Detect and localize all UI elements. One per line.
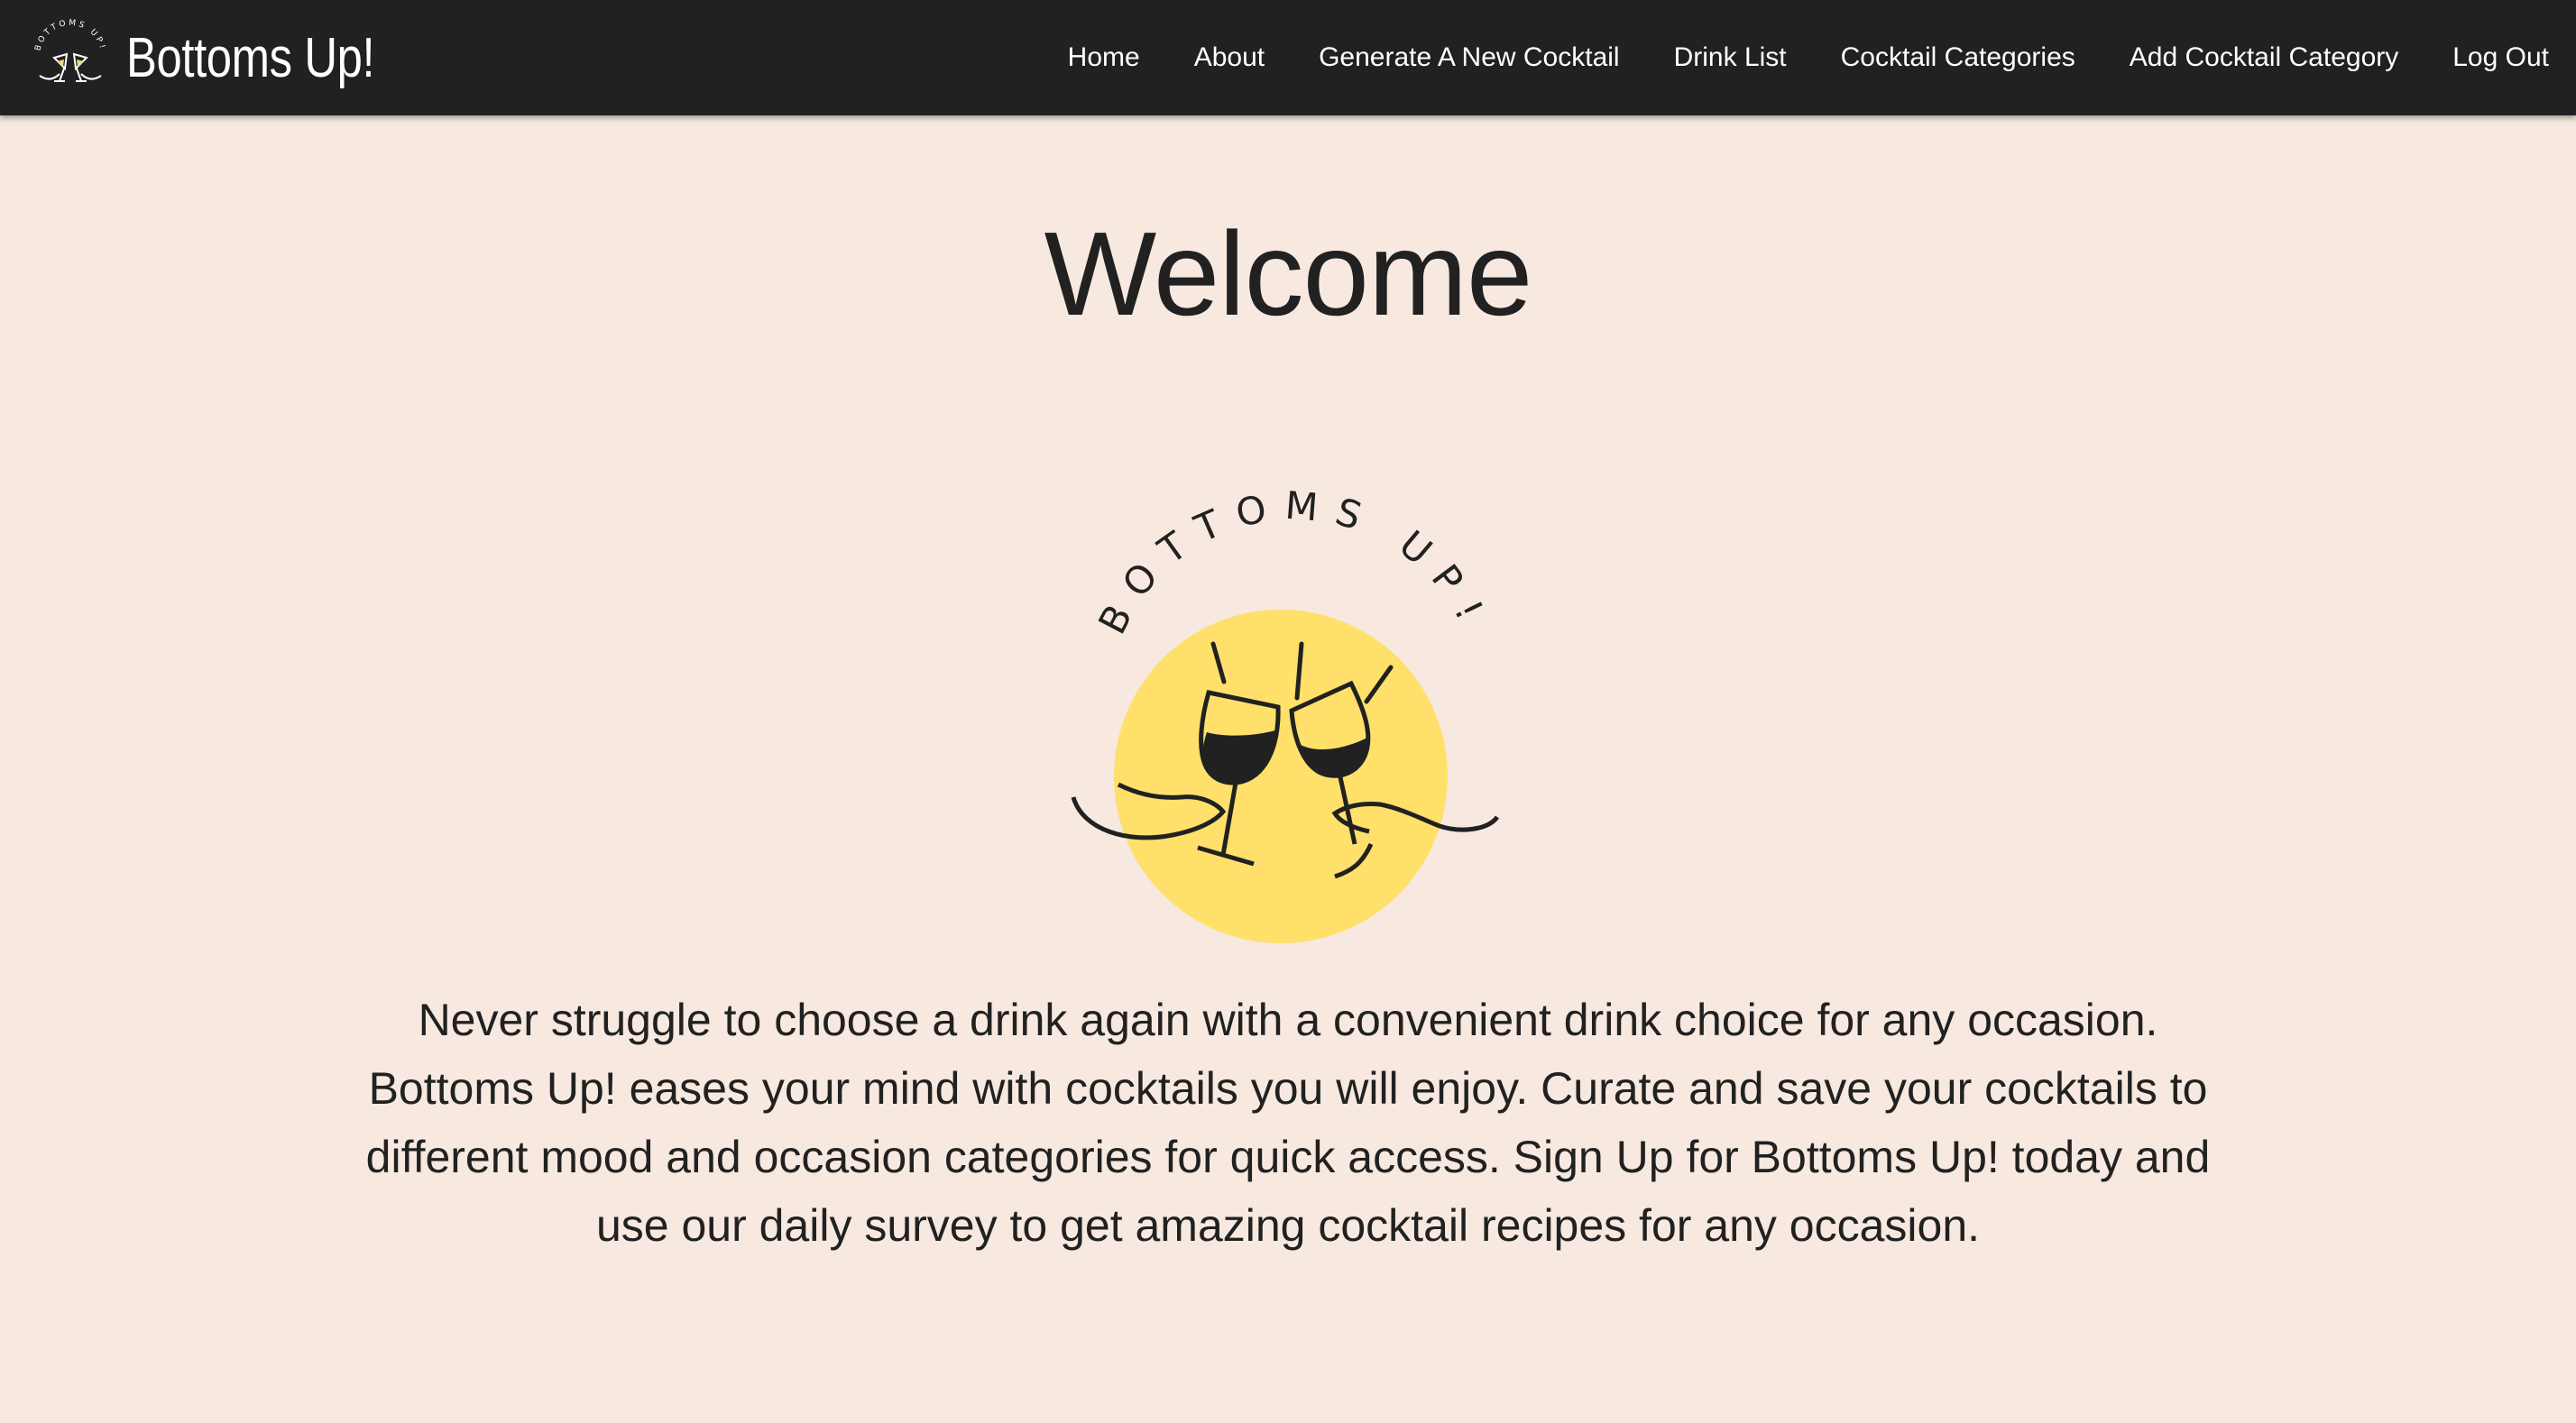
nav-link-home[interactable]: Home (1068, 42, 1140, 73)
nav-link-generate-cocktail[interactable]: Generate A New Cocktail (1319, 42, 1620, 73)
clinking-glasses-logo-icon: BOTTOMS UP! (33, 19, 105, 88)
nav-link-drink-list[interactable]: Drink List (1674, 42, 1787, 73)
nav-links: Home About Generate A New Cocktail Drink… (1014, 42, 2549, 73)
nav-link-add-cocktail-category[interactable]: Add Cocktail Category (2130, 42, 2398, 73)
top-navbar: BOTTOMS UP! Bottoms Up! Home About Gener… (0, 0, 2576, 115)
nav-link-cocktail-categories[interactable]: Cocktail Categories (1841, 42, 2075, 73)
nav-link-log-out[interactable]: Log Out (2452, 42, 2549, 73)
nav-link-about[interactable]: About (1194, 42, 1265, 73)
page-title: Welcome (1044, 207, 1533, 340)
brand-link[interactable]: BOTTOMS UP! Bottoms Up! (27, 14, 429, 101)
logo-yellow-circle (1114, 610, 1448, 943)
main-content: Welcome BOTTOMS UP! Never struggle to ch… (0, 115, 2576, 1423)
brand-title: Bottoms Up! (126, 26, 375, 89)
intro-paragraph: Never struggle to choose a drink again w… (365, 995, 2211, 1251)
clinking-wine-glasses-logo: BOTTOMS UP! (1071, 483, 1500, 943)
